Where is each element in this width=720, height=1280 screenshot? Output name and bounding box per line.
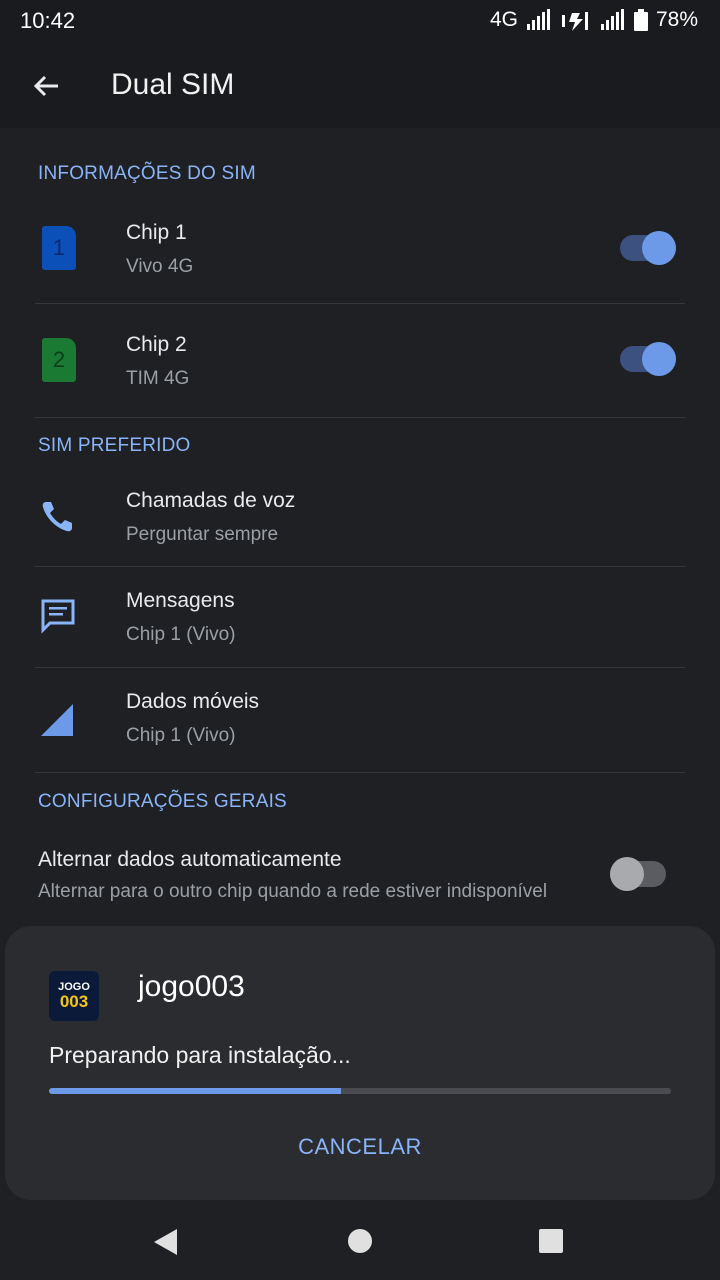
section-header-general: CONFIGURAÇÕES GERAIS: [38, 791, 287, 812]
divider: [35, 566, 685, 567]
status-icons: 4G 78%: [490, 8, 698, 32]
section-header-preferred-sim: SIM PREFERIDO: [38, 435, 191, 456]
battery-icon: [633, 9, 648, 31]
preferred-row-calls[interactable]: Chamadas de voz Perguntar sempre: [0, 470, 720, 566]
signal-strength-2-icon: [600, 9, 624, 30]
progress-fill: [49, 1088, 342, 1094]
no-signal-icon: [561, 12, 588, 31]
auto-switch-title: Alternar dados automaticamente: [38, 848, 342, 871]
messages-subtitle: Chip 1 (Vivo): [126, 624, 236, 645]
auto-switch-subtitle: Alternar para o outro chip quando a rede…: [38, 881, 548, 902]
nav-home-icon[interactable]: [347, 1228, 373, 1254]
sim-card-1-icon: 1: [42, 226, 76, 270]
battery-percent: 78%: [655, 8, 698, 31]
calls-title: Chamadas de voz: [126, 489, 296, 512]
app-logo: JOGO 003: [49, 971, 99, 1021]
sim-row-chip2[interactable]: 2 Chip 2 TIM 4G: [0, 312, 720, 416]
chip1-title: Chip 1: [126, 221, 187, 244]
divider: [35, 417, 685, 418]
network-type: 4G: [489, 8, 518, 31]
sim-row-chip1[interactable]: 1 Chip 1 Vivo 4G: [0, 200, 720, 304]
signal-icon: [41, 704, 73, 736]
signal-strength-icon: [526, 9, 550, 30]
auto-switch-row[interactable]: Alternar dados automaticamente Alternar …: [0, 830, 720, 920]
install-message: Preparando para instalação...: [49, 1042, 351, 1068]
page-title: Dual SIM: [111, 68, 235, 101]
calls-subtitle: Perguntar sempre: [126, 524, 279, 545]
nav-recents-icon[interactable]: [538, 1228, 564, 1254]
status-time: 10:42: [20, 8, 76, 33]
toggle-thumb: [642, 342, 676, 376]
divider: [35, 303, 685, 304]
toggle-thumb: [642, 231, 676, 265]
mobile-data-title: Dados móveis: [126, 690, 260, 713]
install-bottom-sheet: JOGO 003 jogo003 Preparando para instala…: [5, 926, 715, 1200]
toggle-thumb: [610, 857, 644, 891]
chip1-subtitle: Vivo 4G: [126, 256, 194, 277]
nav-back-icon[interactable]: [152, 1228, 180, 1256]
app-bar: Dual SIM: [0, 44, 720, 128]
auto-switch-toggle[interactable]: [610, 857, 666, 891]
messages-title: Mensagens: [126, 589, 235, 612]
preferred-row-mobile-data[interactable]: Dados móveis Chip 1 (Vivo): [0, 671, 720, 771]
status-bar: 10:42 4G 78%: [0, 0, 720, 44]
chip2-title: Chip 2: [126, 333, 187, 356]
divider: [35, 667, 685, 668]
install-app-name: jogo003: [138, 970, 245, 1003]
mobile-data-subtitle: Chip 1 (Vivo): [126, 725, 236, 746]
preferred-row-messages[interactable]: Mensagens Chip 1 (Vivo): [0, 570, 720, 666]
sim-card-2-icon: 2: [42, 338, 76, 382]
cancel-button[interactable]: CANCELAR: [5, 1134, 715, 1160]
install-progress-bar: [49, 1088, 671, 1094]
back-arrow-icon[interactable]: [30, 70, 62, 102]
phone-icon: [42, 502, 72, 532]
chip2-toggle[interactable]: [620, 342, 676, 376]
navigation-bar: [0, 1200, 720, 1280]
chip2-subtitle: TIM 4G: [126, 368, 190, 389]
section-header-sim-info: INFORMAÇÕES DO SIM: [38, 163, 256, 184]
divider: [35, 772, 685, 773]
chip1-toggle[interactable]: [620, 231, 676, 265]
message-icon: [41, 599, 75, 634]
